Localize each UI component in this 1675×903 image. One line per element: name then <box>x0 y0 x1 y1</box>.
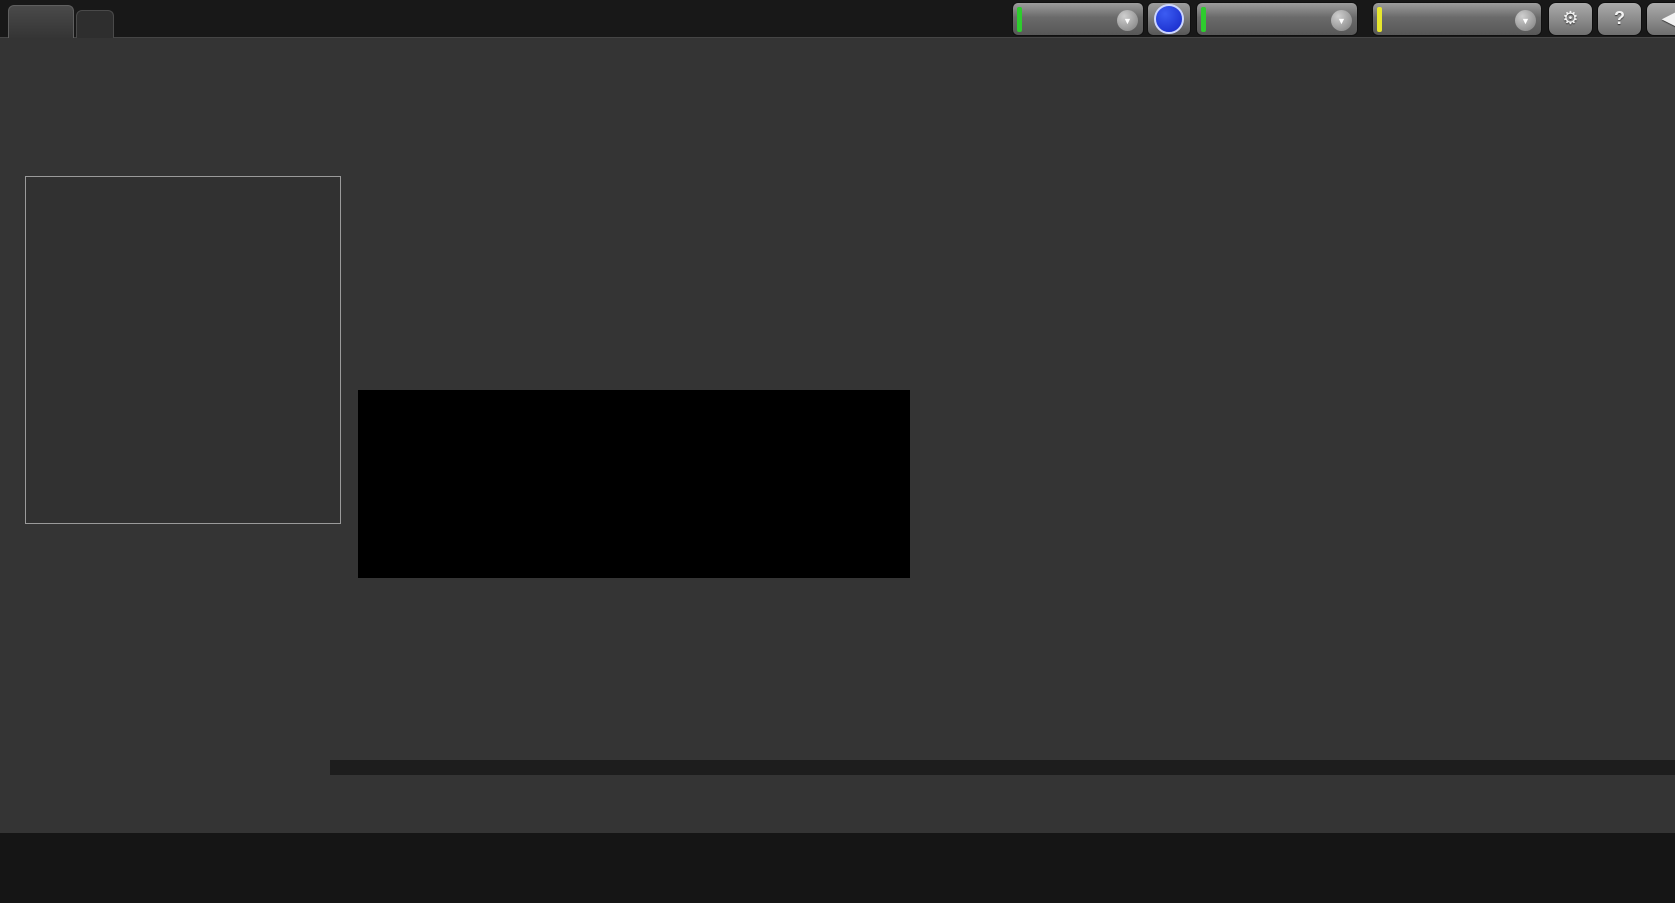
measurement-table <box>315 570 1675 760</box>
top-bar: ▼ ▼ ▼ ⚙ ? ◀ <box>0 0 1675 38</box>
meter-count-badge <box>1147 2 1191 36</box>
display-status-indicator <box>1377 7 1382 32</box>
meter-status-indicator <box>1017 7 1022 32</box>
gear-icon: ⚙ <box>1562 8 1579 28</box>
display-control-dropdown[interactable]: ▼ <box>1372 2 1542 36</box>
chevron-down-icon: ▼ <box>1117 10 1138 31</box>
deltae-chart <box>25 176 341 524</box>
chevron-down-icon: ▼ <box>1515 10 1536 31</box>
new-tab-button[interactable] <box>76 10 114 38</box>
badge-value <box>1154 4 1184 34</box>
pattern-source-dropdown[interactable]: ▼ <box>1196 2 1358 36</box>
help-button[interactable]: ? <box>1597 2 1642 36</box>
cie-diagram-panel <box>920 50 1675 595</box>
app-window: ▼ ▼ ▼ ⚙ ? ◀ <box>0 0 1675 903</box>
source-status-indicator <box>1201 7 1206 32</box>
settings-button[interactable]: ⚙ <box>1548 2 1593 36</box>
patch-compare-strip <box>358 390 910 578</box>
pattern-button-bar <box>0 833 1675 903</box>
help-icon: ? <box>1614 8 1625 28</box>
collapse-panel-button[interactable]: ◀ <box>1646 2 1675 36</box>
chevron-down-icon: ▼ <box>1331 10 1352 31</box>
chevron-left-icon: ◀ <box>1661 8 1675 28</box>
table-scrollbar[interactable] <box>330 760 1675 775</box>
tab-history-1[interactable] <box>8 5 74 38</box>
meter-device-dropdown[interactable]: ▼ <box>1012 2 1144 36</box>
